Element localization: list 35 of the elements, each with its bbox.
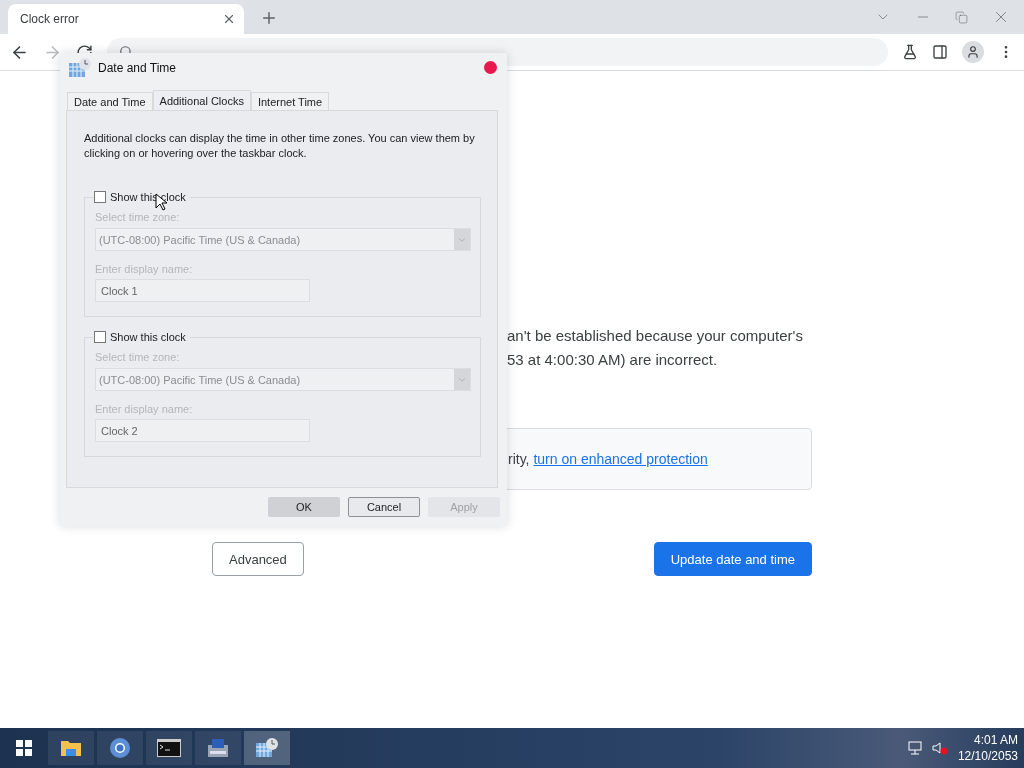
- new-tab-icon[interactable]: [260, 9, 278, 27]
- checkbox[interactable]: [94, 331, 106, 343]
- description-text: Additional clocks can display the time in other time zones. You can view them by clicking on or hovering over the taskbar clock.: [84, 131, 476, 161]
- flask-icon[interactable]: [902, 44, 918, 60]
- volume-muted-icon[interactable]: [931, 741, 948, 755]
- side-panel-icon[interactable]: [932, 44, 948, 60]
- dialog-button[interactable]: OK: [268, 497, 340, 517]
- window-title: Date and Time: [98, 60, 177, 75]
- display-name-field[interactable]: Clock 2: [95, 419, 310, 442]
- error-message-text: 53 at 4:00:30 AM) are incorrect.: [506, 350, 719, 370]
- computer-icon[interactable]: [206, 737, 230, 759]
- network-icon[interactable]: [907, 741, 924, 755]
- checkbox[interactable]: [94, 191, 106, 203]
- profile-icon[interactable]: [962, 41, 984, 63]
- dialog-tab[interactable]: Date and Time: [67, 92, 153, 110]
- display-name-field[interactable]: Clock 1: [95, 279, 310, 302]
- browser-icon[interactable]: [109, 737, 131, 759]
- taskbar-item[interactable]: [146, 731, 192, 765]
- taskbar-item[interactable]: [195, 731, 241, 765]
- calendar-clock-icon[interactable]: [255, 737, 279, 759]
- notice-text: rity,: [508, 451, 531, 467]
- terminal-icon[interactable]: [157, 739, 181, 757]
- taskbar-item[interactable]: [97, 731, 143, 765]
- taskbar-clock[interactable]: 4:01 AM 12/10/2053: [957, 732, 1018, 764]
- close-button[interactable]: [484, 61, 497, 74]
- dialog-tab[interactable]: Internet Time: [250, 92, 330, 110]
- enhanced-protection-link[interactable]: turn on enhanced protection: [533, 451, 708, 467]
- taskbar-item[interactable]: [48, 731, 94, 765]
- browser-tab[interactable]: Clock error: [8, 4, 244, 34]
- close-icon[interactable]: [222, 12, 236, 26]
- advanced-button[interactable]: Advanced: [212, 542, 304, 576]
- folder-icon[interactable]: [60, 738, 82, 758]
- update-button[interactable]: Update date and time: [653, 542, 812, 576]
- error-message-text: an't be established because your computer's: [506, 326, 804, 346]
- dialog-button[interactable]: Cancel: [348, 497, 420, 517]
